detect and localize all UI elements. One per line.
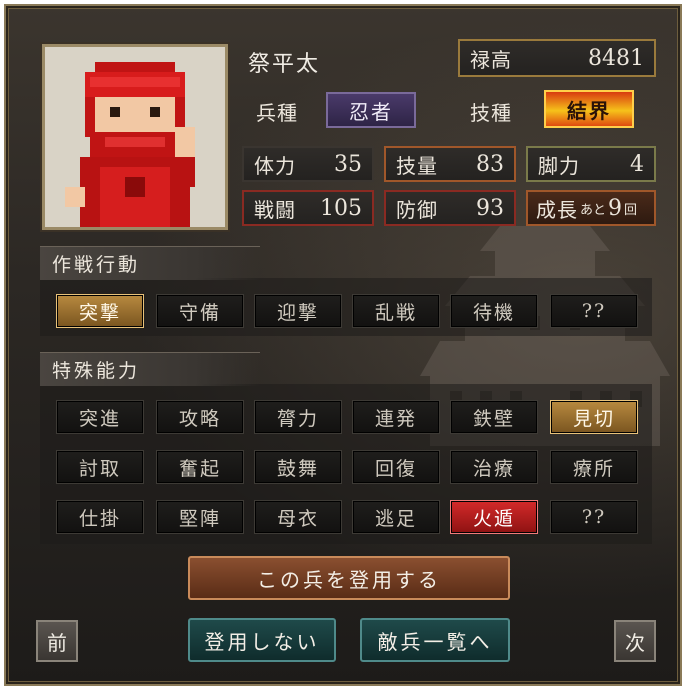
ability-option[interactable]: ??	[550, 500, 638, 534]
stat-skill-label: 技量	[396, 153, 438, 178]
ability-option[interactable]: 回復	[352, 450, 440, 484]
stat-combat-value: 105	[320, 195, 362, 221]
unit-portrait	[42, 44, 228, 230]
stat-growth-value: 9	[608, 195, 623, 221]
ability-option[interactable]: 療所	[550, 450, 638, 484]
recruit-button[interactable]: この兵を登用する	[188, 556, 510, 600]
stat-leg: 脚力 4	[526, 146, 656, 182]
stat-combat: 戦闘 105	[242, 190, 374, 226]
ability-option[interactable]: 母衣	[254, 500, 342, 534]
prev-button[interactable]: 前	[36, 620, 78, 662]
tactic-option[interactable]: 待機	[450, 294, 538, 328]
skill-type-label: 技種	[470, 100, 512, 125]
stat-growth-sub: あと	[580, 202, 607, 218]
troop-type-badge: 忍者	[326, 92, 416, 128]
ability-option[interactable]: 火遁	[450, 500, 538, 534]
stat-leg-value: 4	[630, 151, 644, 177]
stat-defense-label: 防御	[396, 197, 438, 222]
stat-defense: 防御 93	[384, 190, 516, 226]
stat-growth-label: 成長	[536, 197, 578, 222]
stat-hp: 体力 35	[242, 146, 374, 182]
abilities-title: 特殊能力	[40, 352, 260, 386]
stat-growth: 成長 あと 9 回	[526, 190, 656, 226]
ability-option[interactable]: 奮起	[156, 450, 244, 484]
salary-box: 禄高 8481	[458, 39, 656, 77]
ability-option[interactable]: 突進	[56, 400, 144, 434]
stat-growth-unit: 回	[624, 202, 638, 218]
stat-skill-value: 83	[476, 151, 504, 177]
ability-option[interactable]: 連発	[352, 400, 440, 434]
stat-hp-label: 体力	[254, 153, 296, 178]
tactic-option[interactable]: ??	[550, 294, 638, 328]
salary-label: 禄高	[470, 47, 512, 72]
tactics-title: 作戦行動	[40, 246, 260, 280]
stat-combat-label: 戦闘	[254, 197, 296, 222]
ability-option[interactable]: 逃足	[352, 500, 440, 534]
stat-defense-value: 93	[476, 195, 504, 221]
tactic-option[interactable]: 迎撃	[254, 294, 342, 328]
ability-option[interactable]: 治療	[450, 450, 538, 484]
troop-type-label: 兵種	[256, 100, 298, 125]
tactic-option[interactable]: 乱戦	[352, 294, 440, 328]
unit-name: 祭平太	[248, 52, 321, 77]
ability-option[interactable]: 鉄壁	[450, 400, 538, 434]
ability-option[interactable]: 仕掛	[56, 500, 144, 534]
unit-detail-panel: 祭平太 禄高 8481 兵種 忍者 技種 結界 体力 35 技量 83 脚力 4…	[4, 4, 682, 686]
ability-option[interactable]: 堅陣	[156, 500, 244, 534]
ability-option[interactable]: 討取	[56, 450, 144, 484]
stat-leg-label: 脚力	[538, 153, 580, 178]
stat-hp-value: 35	[334, 151, 362, 177]
ninja-portrait-icon	[45, 47, 225, 227]
enemy-list-button[interactable]: 敵兵一覧へ	[360, 618, 510, 662]
ability-option[interactable]: 見切	[550, 400, 638, 434]
next-button[interactable]: 次	[614, 620, 656, 662]
ability-option[interactable]: 攻略	[156, 400, 244, 434]
stat-skill: 技量 83	[384, 146, 516, 182]
ability-option[interactable]: 膂力	[254, 400, 342, 434]
tactic-option[interactable]: 守備	[156, 294, 244, 328]
skill-type-badge: 結界	[544, 90, 634, 128]
tactic-option[interactable]: 突撃	[56, 294, 144, 328]
salary-value: 8481	[588, 45, 644, 71]
ability-option[interactable]: 鼓舞	[254, 450, 342, 484]
decline-button[interactable]: 登用しない	[188, 618, 336, 662]
